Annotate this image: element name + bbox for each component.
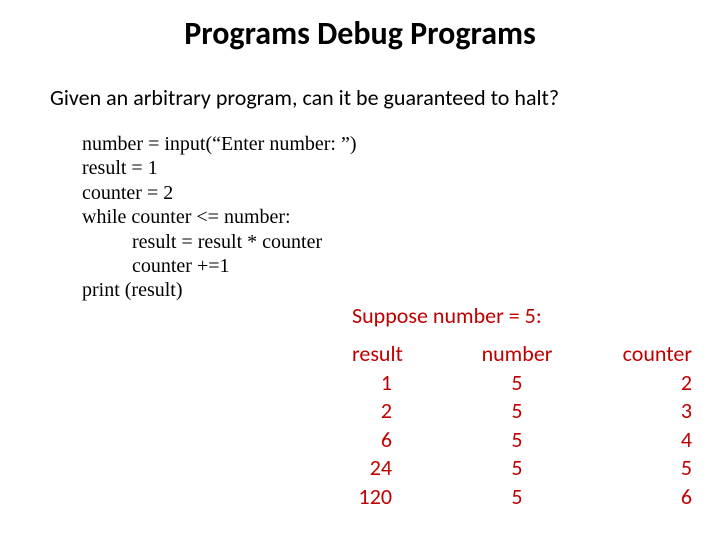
code-line: number = input(“Enter number: ”) — [82, 133, 357, 155]
table-row: 120 5 6 — [352, 483, 692, 512]
code-block: number = input(“Enter number: ”) result … — [82, 132, 357, 303]
table-header-row: result number counter — [352, 340, 692, 369]
code-line: result = result * counter — [82, 231, 322, 253]
cell-result: 1 — [352, 369, 462, 398]
cell-counter: 5 — [572, 454, 692, 483]
cell-result: 24 — [352, 454, 462, 483]
cell-number: 5 — [462, 426, 572, 455]
table-row: 2 5 3 — [352, 397, 692, 426]
cell-counter: 6 — [572, 483, 692, 512]
trace-table: result number counter 1 5 2 2 5 3 6 5 4 … — [352, 340, 692, 512]
table-row: 24 5 5 — [352, 454, 692, 483]
cell-counter: 3 — [572, 397, 692, 426]
table-row: 6 5 4 — [352, 426, 692, 455]
header-counter: counter — [572, 340, 692, 369]
cell-number: 5 — [462, 369, 572, 398]
cell-result: 120 — [352, 483, 462, 512]
cell-result: 6 — [352, 426, 462, 455]
code-line: result = 1 — [82, 157, 158, 179]
suppose-text: Suppose number = 5: — [352, 302, 542, 329]
code-line: counter +=1 — [82, 255, 230, 277]
header-result: result — [352, 340, 462, 369]
cell-number: 5 — [462, 397, 572, 426]
cell-counter: 4 — [572, 426, 692, 455]
slide-title: Programs Debug Programs — [0, 14, 720, 53]
code-line: while counter <= number: — [82, 206, 291, 228]
code-line: print (result) — [82, 279, 183, 301]
cell-number: 5 — [462, 454, 572, 483]
cell-counter: 2 — [572, 369, 692, 398]
halting-question: Given an arbitrary program, can it be gu… — [50, 84, 559, 111]
cell-number: 5 — [462, 483, 572, 512]
table-row: 1 5 2 — [352, 369, 692, 398]
header-number: number — [462, 340, 572, 369]
code-line: counter = 2 — [82, 182, 173, 204]
cell-result: 2 — [352, 397, 462, 426]
